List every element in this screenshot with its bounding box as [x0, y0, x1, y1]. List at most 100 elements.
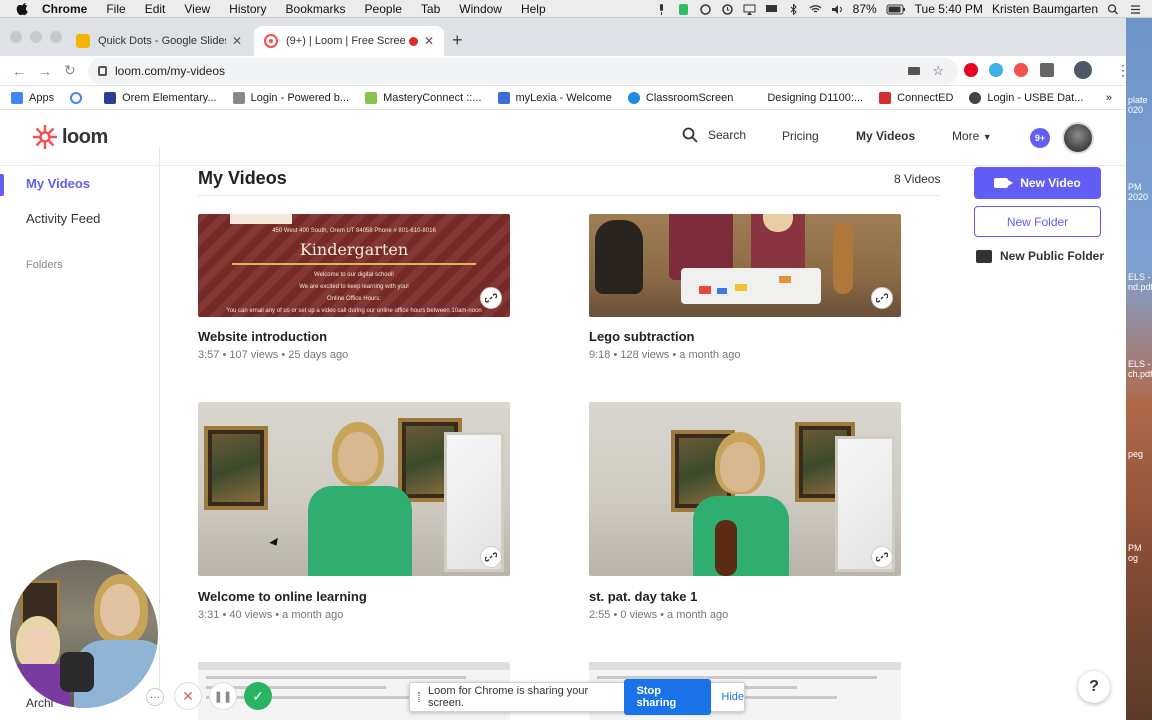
- recorder-more-button[interactable]: ···: [146, 688, 164, 706]
- profile-avatar[interactable]: [1074, 61, 1092, 79]
- desktop-file-label[interactable]: peg: [1128, 450, 1143, 459]
- hide-sharing-bar-button[interactable]: Hide: [721, 691, 744, 703]
- maximize-window-button[interactable]: [50, 31, 62, 43]
- lock-icon[interactable]: [98, 66, 107, 76]
- nav-my-videos[interactable]: My Videos: [856, 129, 915, 143]
- desktop-file-label[interactable]: PM: [1128, 183, 1142, 192]
- reload-icon[interactable]: ↻: [64, 62, 78, 79]
- tab-loom[interactable]: (9+) | Loom | Free Screen & ✕: [254, 26, 444, 56]
- loom-logo[interactable]: loom: [32, 124, 108, 150]
- copy-link-icon[interactable]: [871, 287, 893, 309]
- bookmark-apps[interactable]: Apps: [11, 91, 54, 104]
- airplay-icon[interactable]: [743, 4, 756, 15]
- bookmark-masteryconnect[interactable]: MasteryConnect ::...: [365, 91, 482, 104]
- apple-icon[interactable]: [16, 2, 30, 16]
- battery-icon[interactable]: [886, 4, 906, 15]
- recorder-cancel-button[interactable]: ✕: [174, 682, 202, 710]
- desktop-file-label[interactable]: ELS -: [1128, 273, 1151, 282]
- desktop-file-label[interactable]: ch.pdf: [1128, 370, 1152, 379]
- sidebar-item-my-videos[interactable]: My Videos: [26, 176, 90, 191]
- stop-sharing-button[interactable]: Stop sharing: [624, 679, 712, 715]
- bookmark-connected[interactable]: ConnectED: [879, 91, 953, 104]
- evernote-icon[interactable]: [677, 3, 690, 15]
- video-thumbnail-lego-subtraction[interactable]: [589, 214, 901, 317]
- notification-center-icon[interactable]: [1129, 4, 1142, 15]
- camera-bubble[interactable]: [8, 558, 160, 710]
- new-video-button[interactable]: New Video: [974, 167, 1101, 199]
- tab-google-slides[interactable]: Quick Dots - Google Slides ✕: [66, 26, 252, 56]
- video-thumbnail-st-pat-day[interactable]: [589, 402, 901, 576]
- sidebar-item-activity-feed[interactable]: Activity Feed: [26, 211, 100, 226]
- bookmark-google[interactable]: [70, 91, 88, 104]
- recorder-finish-button[interactable]: ✓: [244, 682, 272, 710]
- close-window-button[interactable]: [10, 31, 22, 43]
- desktop-file-label[interactable]: ELS -: [1128, 360, 1151, 369]
- extensions-puzzle-icon[interactable]: [1040, 63, 1054, 77]
- menu-history[interactable]: History: [229, 2, 266, 16]
- bookmark-designing[interactable]: Designing D1100:...: [749, 91, 863, 104]
- loom-extension-icon[interactable]: [1014, 63, 1028, 77]
- bookmarks-overflow-button[interactable]: »: [1106, 92, 1112, 104]
- user-avatar[interactable]: [1062, 122, 1094, 154]
- forward-icon[interactable]: →: [38, 63, 52, 79]
- nav-more[interactable]: More ▼: [952, 129, 992, 143]
- url-text[interactable]: loom.com/my-videos: [115, 64, 225, 78]
- menu-file[interactable]: File: [106, 2, 125, 16]
- microphone-icon[interactable]: [655, 3, 668, 15]
- desktop-file-label[interactable]: 020: [1128, 106, 1143, 115]
- video-title[interactable]: Lego subtraction: [589, 329, 694, 344]
- desktop-file-label[interactable]: PM: [1128, 544, 1142, 553]
- copy-link-icon[interactable]: [871, 546, 893, 568]
- close-tab-icon[interactable]: ✕: [232, 34, 242, 48]
- video-thumbnail-website-introduction[interactable]: 450 West 400 South, Orem UT 84058 Phone …: [198, 214, 510, 317]
- video-thumbnail-welcome-online-learning[interactable]: [198, 402, 510, 576]
- desktop-file-label[interactable]: og: [1128, 554, 1138, 563]
- new-tab-button[interactable]: +: [452, 30, 463, 51]
- video-title[interactable]: st. pat. day take 1: [589, 589, 697, 604]
- video-title[interactable]: Welcome to online learning: [198, 589, 367, 604]
- new-public-folder-button[interactable]: New Public Folder: [976, 249, 1104, 263]
- recorder-pause-button[interactable]: ❚❚: [209, 682, 237, 710]
- chrome-menu-icon[interactable]: ⋮: [1116, 62, 1126, 79]
- camera-in-use-icon[interactable]: [908, 67, 920, 75]
- search-button[interactable]: Search: [682, 127, 746, 143]
- menu-app-name[interactable]: Chrome: [42, 2, 87, 16]
- menu-window[interactable]: Window: [459, 2, 502, 16]
- bookmark-orem-elementary[interactable]: Orem Elementary...: [104, 91, 217, 104]
- wifi-icon[interactable]: [809, 4, 822, 15]
- notifications-badge[interactable]: 9+: [1030, 128, 1050, 148]
- sidebar-item-archive[interactable]: Archi: [26, 696, 53, 710]
- bluetooth-icon[interactable]: [787, 3, 800, 15]
- bookmark-star-icon[interactable]: ☆: [932, 63, 944, 79]
- address-bar[interactable]: loom.com/my-videos ☆: [88, 58, 958, 84]
- bookmark-classroomscreen[interactable]: ClassroomScreen: [627, 91, 733, 104]
- timemachine-icon[interactable]: [721, 3, 734, 15]
- clock[interactable]: Tue 5:40 PM: [915, 2, 983, 16]
- extension-icon[interactable]: [989, 63, 1003, 77]
- copy-link-icon[interactable]: [480, 287, 502, 309]
- new-folder-button[interactable]: New Folder: [974, 206, 1101, 237]
- menu-people[interactable]: People: [365, 2, 402, 16]
- close-tab-icon[interactable]: ✕: [424, 34, 434, 48]
- sync-icon[interactable]: [699, 3, 712, 15]
- volume-icon[interactable]: [831, 4, 844, 15]
- user-name[interactable]: Kristen Baumgarten: [992, 2, 1098, 16]
- spotlight-icon[interactable]: [1107, 3, 1120, 15]
- desktop-file-label[interactable]: plate: [1128, 96, 1148, 105]
- bookmark-mylexia[interactable]: myLexia - Welcome: [497, 91, 612, 104]
- menu-tab[interactable]: Tab: [421, 2, 440, 16]
- desktop-file-label[interactable]: nd.pdf: [1128, 283, 1152, 292]
- menu-edit[interactable]: Edit: [145, 2, 166, 16]
- nav-pricing[interactable]: Pricing: [782, 129, 819, 143]
- menu-bookmarks[interactable]: Bookmarks: [286, 2, 346, 16]
- desktop-file-label[interactable]: 2020: [1128, 193, 1148, 202]
- back-icon[interactable]: ←: [12, 63, 26, 79]
- menu-help[interactable]: Help: [521, 2, 546, 16]
- bookmark-usbe[interactable]: Login - USBE Dat...: [969, 91, 1083, 104]
- minimize-window-button[interactable]: [30, 31, 42, 43]
- pinterest-extension-icon[interactable]: [964, 63, 978, 77]
- drag-handle-icon[interactable]: [418, 692, 420, 702]
- menu-view[interactable]: View: [184, 2, 210, 16]
- bookmark-login[interactable]: Login - Powered b...: [232, 91, 349, 104]
- help-button[interactable]: ?: [1078, 671, 1110, 703]
